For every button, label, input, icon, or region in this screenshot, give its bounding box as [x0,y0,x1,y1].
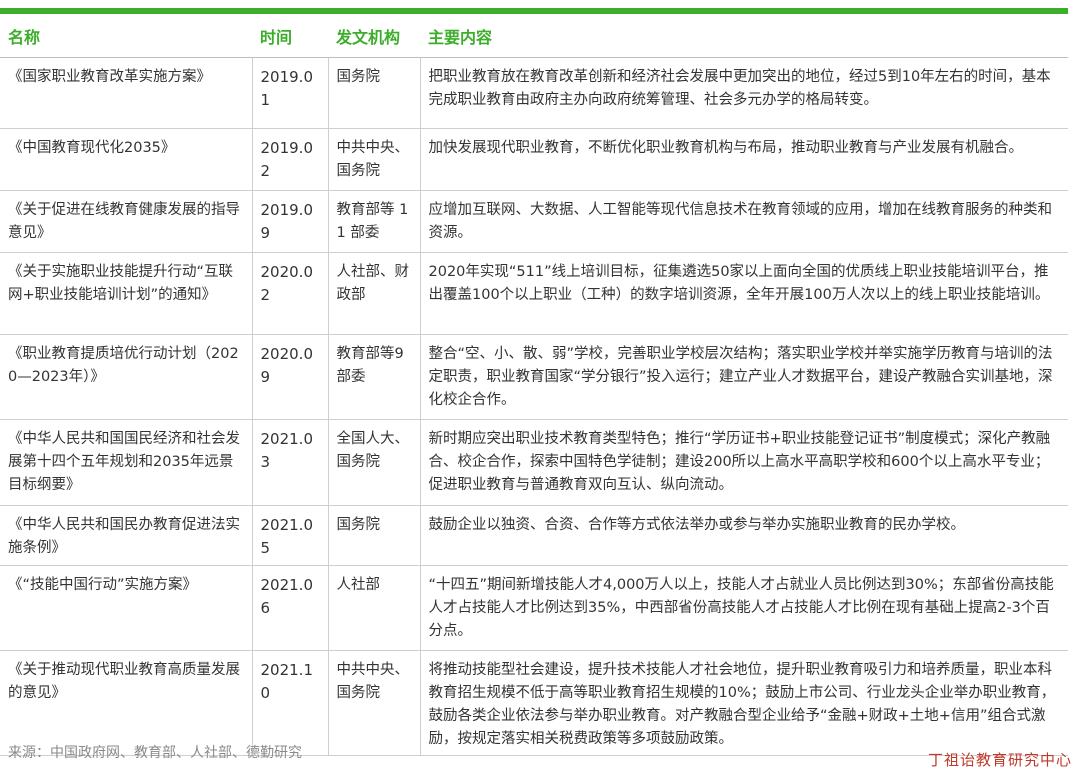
table-header-row: 名称 时间 发文机构 主要内容 [0,14,1068,58]
policy-name: 《中华人民共和国民办教育促进法实施条例》 [0,505,253,566]
policy-time: 2021.03 [252,419,329,506]
source-note: 来源：中国政府网、教育部、人社部、德勤研究 [8,745,302,761]
policy-content: 把职业教育放在教育改革创新和经济社会发展中更加突出的地位，经过5到10年左右的时… [420,57,1068,129]
policy-name: 《关于促进在线教育健康发展的指导意见》 [0,190,253,253]
policy-name: 《国家职业教育改革实施方案》 [0,57,253,129]
table-row: 《关于推动现代职业教育高质量发展的意见》 2021.10 中共中央、国务院 将推… [0,650,1068,756]
policy-name: 《关于实施职业技能提升行动“互联网+职业技能培训计划”的通知》 [0,252,253,335]
policy-table: 名称 时间 发文机构 主要内容 《国家职业教育改革实施方案》 2019.01 国… [0,14,1068,756]
policy-content: 加快发展现代职业教育，不断优化职业教育机构与布局，推动职业教育与产业发展有机融合… [420,128,1068,191]
policy-org: 全国人大、国务院 [328,419,421,506]
policy-name: 《中国教育现代化2035》 [0,128,253,191]
table-row: 《“技能中国行动”实施方案》 2021.06 人社部 “十四五”期间新增技能人才… [0,565,1068,651]
header-name: 名称 [0,14,252,58]
header-content: 主要内容 [420,14,1068,58]
table-row: 《国家职业教育改革实施方案》 2019.01 国务院 把职业教育放在教育改革创新… [0,57,1068,129]
policy-content: 将推动技能型社会建设，提升技术技能人才社会地位，提升职业教育吸引力和培养质量，职… [420,650,1068,756]
policy-time: 2021.06 [252,565,329,651]
policy-name: 《“技能中国行动”实施方案》 [0,565,253,651]
policy-org: 国务院 [328,57,421,129]
policy-name: 《职业教育提质培优行动计划（2020—2023年）》 [0,334,253,420]
policy-name: 《关于推动现代职业教育高质量发展的意见》 [0,650,253,756]
policy-org: 教育部等9部委 [328,334,421,420]
policy-time: 2021.10 [252,650,329,756]
policy-org: 国务院 [328,505,421,566]
policy-org: 人社部、财政部 [328,252,421,335]
policy-content: 整合“空、小、散、弱”学校，完善职业学校层次结构；落实职业学校并举实施学历教育与… [420,334,1068,420]
policy-name: 《中华人民共和国国民经济和社会发展第十四个五年规划和2035年远景目标纲要》 [0,419,253,506]
table-row: 《中国教育现代化2035》 2019.02 中共中央、国务院 加快发展现代职业教… [0,128,1068,191]
policy-time: 2021.05 [252,505,329,566]
policy-org: 中共中央、国务院 [328,650,421,756]
policy-time: 2019.01 [252,57,329,129]
table-row: 《中华人民共和国国民经济和社会发展第十四个五年规划和2035年远景目标纲要》 2… [0,419,1068,506]
policy-time: 2020.09 [252,334,329,420]
policy-content: 2020年实现“511”线上培训目标，征集遴选50家以上面向全国的优质线上职业技… [420,252,1068,335]
table-row: 《关于促进在线教育健康发展的指导意见》 2019.09 教育部等 11 部委 应… [0,190,1068,253]
table-row: 《职业教育提质培优行动计划（2020—2023年）》 2020.09 教育部等9… [0,334,1068,420]
header-time: 时间 [252,14,328,58]
watermark-text: 丁祖诒教育研究中心 [927,751,1072,769]
policy-content: “十四五”期间新增技能人才4,000万人以上，技能人才占就业人员比例达到30%；… [420,565,1068,651]
table-row: 《关于实施职业技能提升行动“互联网+职业技能培训计划”的通知》 2020.02 … [0,252,1068,335]
policy-time: 2019.02 [252,128,329,191]
table-row: 《中华人民共和国民办教育促进法实施条例》 2021.05 国务院 鼓励企业以独资… [0,505,1068,566]
policy-org: 教育部等 11 部委 [328,190,421,253]
policy-time: 2020.02 [252,252,329,335]
policy-content: 应增加互联网、大数据、人工智能等现代信息技术在教育领域的应用，增加在线教育服务的… [420,190,1068,253]
policy-content: 鼓励企业以独资、合资、合作等方式依法举办或参与举办实施职业教育的民办学校。 [420,505,1068,566]
policy-org: 中共中央、国务院 [328,128,421,191]
policy-content: 新时期应突出职业技术教育类型特色；推行“学历证书+职业技能登记证书”制度模式；深… [420,419,1068,506]
header-org: 发文机构 [328,14,420,58]
policy-org: 人社部 [328,565,421,651]
policy-time: 2019.09 [252,190,329,253]
